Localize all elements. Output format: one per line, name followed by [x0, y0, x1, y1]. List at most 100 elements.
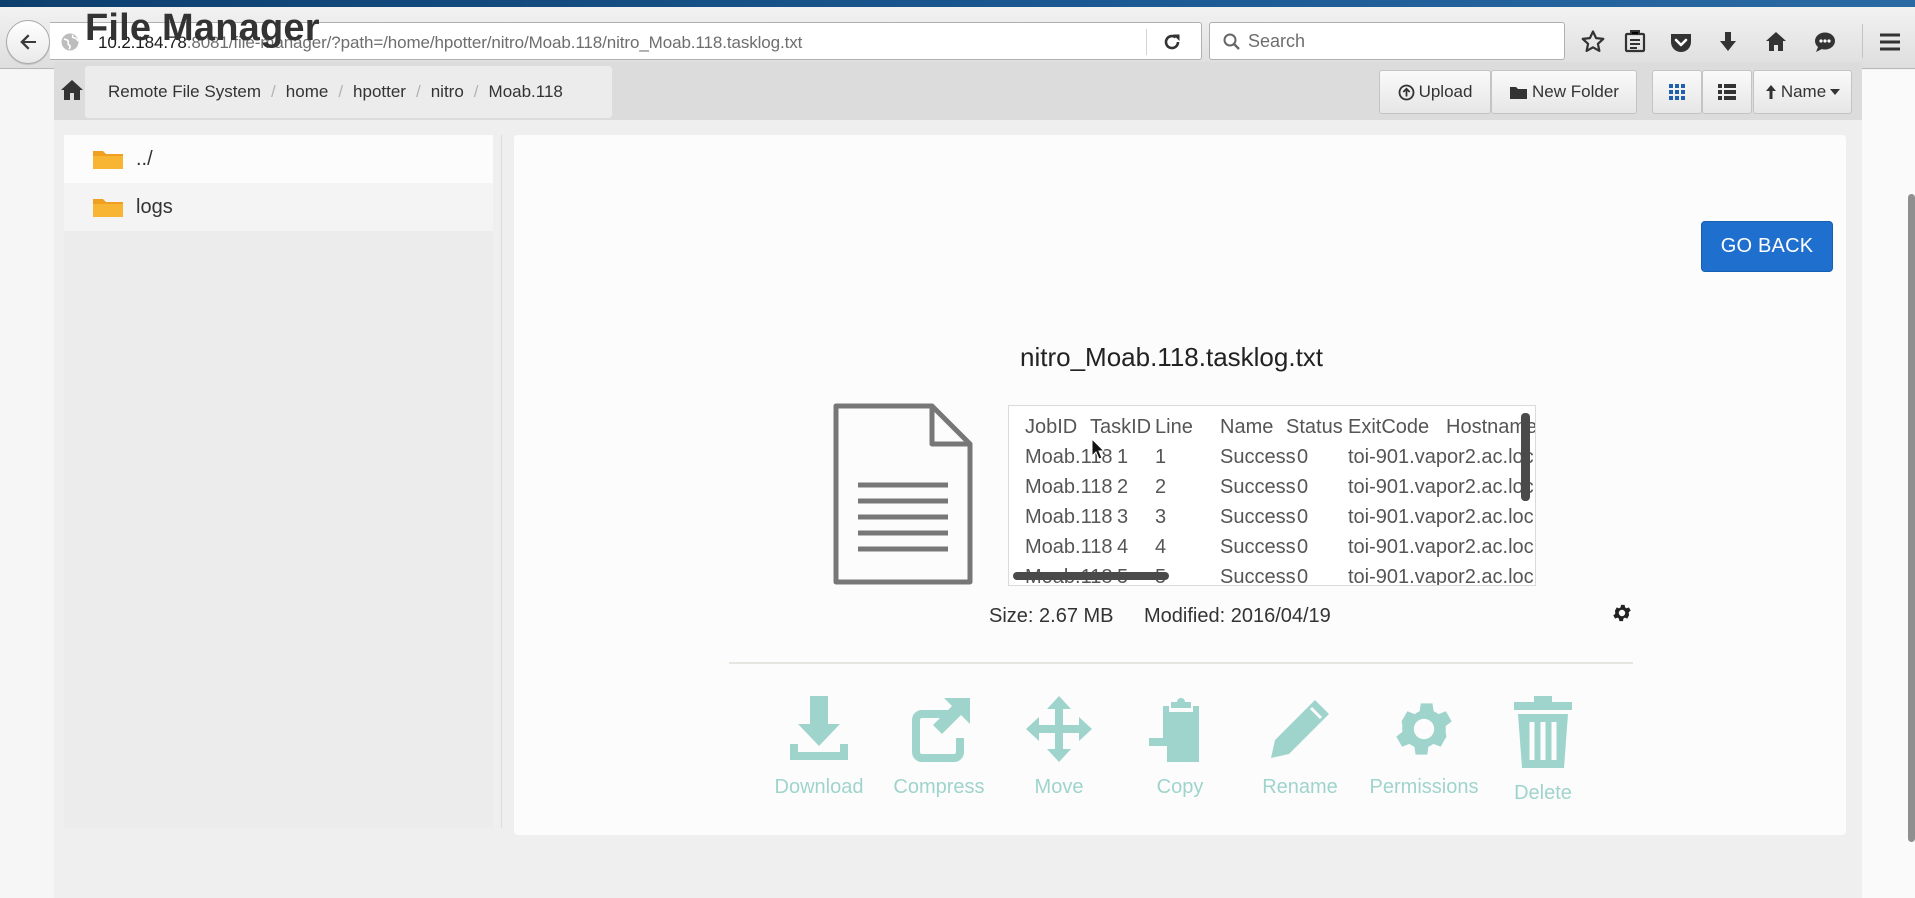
- table-cell: Success: [1220, 476, 1296, 498]
- move-action[interactable]: Move: [999, 694, 1119, 799]
- compress-icon: [912, 698, 970, 762]
- breadcrumb: Remote File System / home / hpotter / ni…: [85, 66, 612, 118]
- table-cell: Success: [1220, 446, 1296, 468]
- table-cell: toi-901.vapor2.ac.loc: [1348, 446, 1534, 468]
- page-title: File Manager: [85, 7, 320, 49]
- search-icon: [1223, 33, 1240, 50]
- home-icon[interactable]: [58, 76, 86, 104]
- preview-header: JobID: [1025, 416, 1078, 438]
- delete-icon: [1514, 696, 1572, 768]
- mouse-cursor-icon: [1091, 438, 1105, 460]
- star-icon[interactable]: [1578, 27, 1608, 57]
- table-cell: 1: [1117, 446, 1129, 468]
- table-cell: 0: [1297, 476, 1309, 498]
- download-action[interactable]: Download: [759, 694, 879, 799]
- reload-icon[interactable]: [1161, 31, 1183, 53]
- permissions-icon: [1396, 703, 1452, 755]
- upload-icon: [1398, 84, 1414, 100]
- breadcrumb-item[interactable]: home: [286, 82, 329, 102]
- action-bar: Remote File System / home / hpotter / ni…: [54, 62, 1862, 120]
- copy-action[interactable]: Copy: [1120, 694, 1240, 799]
- toolbar-divider: [1862, 24, 1863, 58]
- new-folder-button[interactable]: New Folder: [1491, 70, 1637, 114]
- download-icon: [790, 696, 848, 760]
- home-icon[interactable]: [1761, 27, 1791, 57]
- rename-action[interactable]: Rename: [1240, 694, 1360, 799]
- search-input[interactable]: [1248, 29, 1548, 53]
- table-cell: 1: [1155, 446, 1167, 468]
- breadcrumb-separator: /: [415, 82, 421, 101]
- preview-header: Line: [1155, 416, 1193, 438]
- section-divider: [729, 662, 1633, 664]
- table-cell: 0: [1297, 536, 1309, 558]
- folder-icon: [93, 151, 123, 169]
- action-label: Move: [1034, 776, 1084, 798]
- page-scrollbar[interactable]: [1908, 194, 1915, 842]
- table-cell: toi-901.vapor2.ac.loc: [1348, 536, 1534, 558]
- file-modified: Modified: 2016/04/19: [1144, 605, 1331, 627]
- action-label: Compress: [893, 776, 985, 798]
- breadcrumb-separator: /: [338, 82, 344, 101]
- search-bar[interactable]: [1209, 22, 1565, 60]
- file-name: nitro_Moab.118.tasklog.txt: [1020, 342, 1324, 372]
- delete-action[interactable]: Delete: [1483, 694, 1603, 805]
- preview-header: Status: [1286, 416, 1343, 438]
- download-arrow-icon[interactable]: [1713, 27, 1743, 57]
- table-cell: toi-901.vapor2.ac.loc: [1348, 506, 1534, 528]
- breadcrumb-item[interactable]: Remote File System: [108, 82, 261, 102]
- list-icon: [1718, 84, 1736, 100]
- compress-action[interactable]: Compress: [879, 694, 999, 799]
- caret-down-icon: [1830, 89, 1841, 95]
- upload-label: Upload: [1418, 82, 1473, 101]
- url-separator: [1146, 29, 1147, 55]
- list-item[interactable]: logs: [64, 183, 493, 231]
- sort-dropdown[interactable]: Name: [1753, 70, 1852, 114]
- table-cell: toi-901.vapor2.ac.loc: [1348, 476, 1534, 498]
- grid-view-button[interactable]: [1652, 70, 1702, 114]
- reading-list-icon[interactable]: [1620, 27, 1650, 57]
- table-cell: toi-901.vapor2.ac.loc: [1348, 566, 1534, 586]
- panel-divider: [501, 135, 502, 828]
- sort-label: Name: [1780, 82, 1827, 101]
- file-preview[interactable]: JobID TaskID Line Name Status ExitCode H…: [1008, 405, 1536, 586]
- pocket-icon[interactable]: [1666, 27, 1696, 57]
- breadcrumb-item[interactable]: Moab.118: [489, 82, 563, 102]
- table-cell: 0: [1297, 506, 1309, 528]
- table-cell: Moab.118: [1025, 536, 1113, 558]
- hamburger-menu-icon[interactable]: [1875, 27, 1905, 57]
- folder-icon: [1510, 86, 1528, 99]
- rename-icon: [1271, 700, 1329, 758]
- table-cell: Moab.118: [1025, 506, 1113, 528]
- table-cell: 3: [1155, 506, 1167, 528]
- folder-list: ../ logs: [64, 135, 493, 231]
- new-folder-label: New Folder: [1532, 82, 1619, 101]
- table-cell: 4: [1117, 536, 1129, 558]
- breadcrumb-item[interactable]: nitro: [431, 82, 464, 102]
- copy-icon: [1149, 698, 1199, 762]
- back-button[interactable]: [6, 20, 50, 64]
- upload-button[interactable]: Upload: [1379, 70, 1491, 114]
- text-file-icon: [833, 403, 973, 585]
- list-item[interactable]: ../: [64, 135, 493, 183]
- go-back-button[interactable]: GO BACK: [1701, 221, 1833, 272]
- chat-icon[interactable]: [1810, 27, 1840, 57]
- table-cell: Moab.118: [1025, 476, 1113, 498]
- permissions-action[interactable]: Permissions: [1364, 694, 1484, 799]
- os-title-strip: [0, 0, 1915, 7]
- action-label: Rename: [1262, 776, 1338, 798]
- preview-header: Name: [1220, 416, 1274, 438]
- preview-header: TaskID: [1090, 416, 1152, 438]
- preview-vertical-scrollbar[interactable]: [1521, 413, 1530, 501]
- breadcrumb-item[interactable]: hpotter: [353, 82, 406, 102]
- settings-gear-icon[interactable]: [1611, 602, 1633, 624]
- breadcrumb-separator: /: [473, 82, 479, 101]
- list-view-button[interactable]: [1702, 70, 1752, 114]
- preview-horizontal-scrollbar[interactable]: [1013, 572, 1169, 580]
- action-label: Delete: [1514, 782, 1572, 804]
- table-cell: 2: [1117, 476, 1129, 498]
- file-size: Size: 2.67 MB: [989, 605, 1114, 627]
- table-cell: Success: [1220, 506, 1296, 528]
- sort-arrow-up-icon: [1765, 85, 1776, 99]
- back-arrow-icon: [20, 34, 36, 50]
- action-label: Copy: [1156, 776, 1204, 798]
